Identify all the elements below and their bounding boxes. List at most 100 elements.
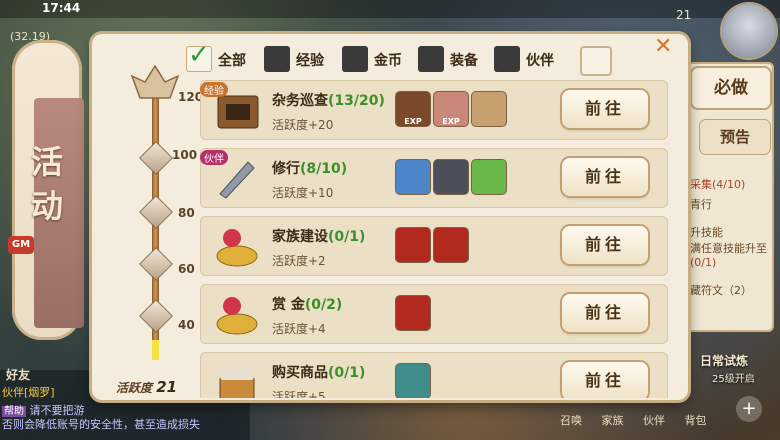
plus-icon[interactable]: + [736, 396, 762, 422]
task-activity: 活跃度+2 [272, 254, 326, 268]
task-list[interactable]: 经验 杂务巡查(13/20) 活跃度+20 EXP EXP 前往 伙伴 修行(8… [200, 80, 668, 398]
task-row: 经验 杂务巡查(13/20) 活跃度+20 EXP EXP 前往 [200, 80, 668, 140]
filter-label: 伙伴 [526, 53, 554, 69]
task-count: (13/20) [328, 93, 385, 109]
daily-trial-requirement: 25级开启 [712, 374, 755, 385]
gold-pile-icon [212, 222, 262, 270]
ice-crystal-icon[interactable] [396, 160, 430, 194]
banner-title: 活动 [30, 143, 63, 225]
task-title: 修行 [272, 161, 300, 177]
crown-icon [130, 64, 180, 104]
side-line: 满任意技能升至 [690, 242, 767, 255]
tab-must-do[interactable]: 必做 [692, 68, 770, 108]
dark-ore-icon[interactable] [434, 160, 468, 194]
task-name: 杂务巡查(13/20) [272, 90, 385, 110]
menu-partner[interactable]: 伙伴 [643, 414, 665, 427]
task-activity: 活跃度+10 [272, 186, 334, 200]
milestone-chest-icon[interactable] [139, 299, 173, 333]
task-title: 购买商品 [272, 365, 328, 381]
tab-preview[interactable]: 预告 [700, 120, 770, 154]
bottom-menu: 召唤 家族 伙伴 背包 [560, 412, 723, 428]
gem-shape [139, 299, 173, 333]
task-title: 杂务巡查 [272, 93, 328, 109]
red-envelope-icon[interactable] [396, 228, 430, 262]
task-title: 家族建设 [272, 229, 328, 245]
task-name: 购买商品(0/1) [272, 362, 365, 382]
milestone-mark: 40 [178, 318, 195, 332]
task-count: (8/10) [300, 161, 348, 177]
red-ticket-icon[interactable] [434, 228, 468, 262]
filter-label: 金币 [374, 53, 402, 69]
activity-label: 活跃度 [116, 381, 153, 395]
side-line: 升技能 [690, 226, 723, 239]
clock: 17:44 [42, 1, 81, 15]
jade-orb-icon[interactable] [396, 364, 430, 398]
milestone-mark: 100 [172, 148, 198, 162]
top-right-counter: 21 [676, 8, 692, 22]
task-name: 修行(8/10) [272, 158, 347, 178]
task-activity: 活跃度+4 [272, 322, 326, 336]
milestone-chest-icon[interactable] [139, 141, 173, 175]
task-activity: 活跃度+20 [272, 118, 334, 132]
checkbox[interactable]: ✓ [186, 40, 212, 72]
milestone-mark: 60 [178, 262, 195, 276]
filter-label: 全部 [218, 53, 246, 69]
exp-pig-icon[interactable]: EXP [434, 92, 468, 126]
go-button[interactable]: 前往 [562, 226, 648, 264]
gold-pile-icon [212, 290, 262, 338]
side-line: 采集(4/10) [690, 178, 746, 191]
menu-family[interactable]: 家族 [602, 414, 624, 427]
task-tag: 经验 [200, 82, 228, 97]
reward-text: EXP [404, 117, 422, 126]
checkbox[interactable] [264, 46, 290, 72]
side-line: 青行 [690, 198, 712, 211]
task-tag: 伙伴 [200, 150, 228, 165]
daily-trial-button[interactable]: 日常试炼 [700, 352, 748, 369]
task-count: (0/1) [328, 365, 366, 381]
gem-shape [139, 195, 173, 229]
task-title: 赏 金 [272, 297, 305, 313]
map-scroll-icon[interactable] [472, 92, 506, 126]
task-activity: 活跃度+5 [272, 390, 326, 398]
chat-warning-2: 否则会降低账号的安全性，甚至造成损失 [2, 418, 200, 431]
checkbox[interactable] [418, 46, 444, 72]
menu-summon[interactable]: 召唤 [560, 414, 582, 427]
task-row: 伙伴 修行(8/10) 活跃度+10 前往 [200, 148, 668, 208]
activity-progress-fill [152, 340, 159, 360]
close-icon[interactable]: ✕ [654, 34, 672, 59]
milestone-chest-icon[interactable] [139, 195, 173, 229]
check-icon: ✓ [188, 40, 210, 70]
checkbox[interactable] [494, 46, 520, 72]
task-name: 赏 金(0/2) [272, 294, 342, 314]
task-row: 购买商品(0/1) 活跃度+5 前往 [200, 352, 668, 398]
red-envelope-icon[interactable] [396, 296, 430, 330]
milestone-chest-icon[interactable] [139, 247, 173, 281]
task-row: 赏 金(0/2) 活跃度+4 前往 [200, 284, 668, 344]
go-button[interactable]: 前往 [562, 158, 648, 196]
filter-label: 装备 [450, 53, 478, 69]
go-button[interactable]: 前往 [562, 362, 648, 398]
side-line: (0/1) [690, 256, 717, 269]
green-feather-icon[interactable] [472, 160, 506, 194]
calendar-icon[interactable] [580, 46, 612, 76]
go-button[interactable]: 前往 [562, 90, 648, 128]
filter-label: 经验 [296, 53, 324, 69]
task-row: 家族建设(0/1) 活跃度+2 前往 [200, 216, 668, 276]
task-count: (0/2) [304, 297, 343, 313]
friends-button[interactable]: 好友 [6, 366, 30, 383]
task-name: 家族建设(0/1) [272, 226, 365, 246]
gm-button[interactable]: GM [8, 236, 34, 254]
exp-character-icon[interactable]: EXP [396, 92, 430, 126]
gem-shape [139, 247, 173, 281]
chat-channel: 伙伴[烟罗] [2, 386, 55, 399]
task-count: (0/1) [328, 229, 366, 245]
menu-bag[interactable]: 背包 [685, 414, 707, 427]
side-line: 藏符文（2） [690, 284, 752, 297]
status-bar: 17:44 [0, 0, 780, 18]
checkbox[interactable] [342, 46, 368, 72]
milestone-mark: 80 [178, 206, 195, 220]
go-button[interactable]: 前往 [562, 294, 648, 332]
player-avatar[interactable] [722, 4, 776, 58]
activity-value: 21 [156, 378, 178, 396]
activity-score: 活跃度 21 [116, 378, 177, 396]
